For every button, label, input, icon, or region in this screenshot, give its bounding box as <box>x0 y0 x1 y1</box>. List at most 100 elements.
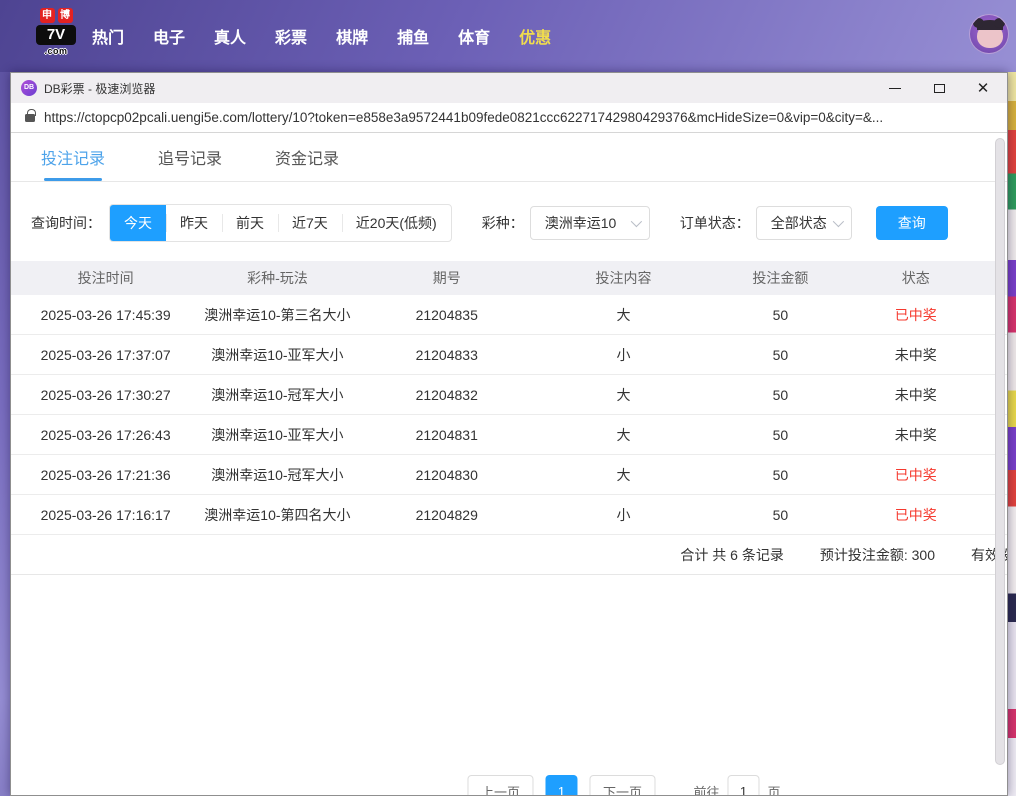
filter-bar: 查询时间： 今天 昨天 前天 近7天 近20天(低频) 彩种： 澳洲幸运10 <box>11 205 1007 241</box>
game-play-cell: 澳洲幸运10-冠军大小 <box>200 385 354 405</box>
game-play-cell: 澳洲幸运10-第四名大小 <box>200 505 354 525</box>
site-top-nav: 申 博 7V .com 热门 电子 真人 彩票 棋牌 捕鱼 体育 优惠 <box>0 0 1016 72</box>
status-cell: 未中奖 <box>853 425 1007 445</box>
https-lock-icon <box>25 114 35 122</box>
record-tab[interactable]: 资金记录 <box>275 133 339 181</box>
window-title: DB彩票 - 极速浏览器 <box>44 80 155 97</box>
record-tab[interactable]: 投注记录 <box>41 133 105 181</box>
issue-number-cell: 21204830 <box>355 467 539 483</box>
column-header: 投注金额 <box>708 268 852 288</box>
nav-menu-item[interactable]: 电子 <box>153 24 185 48</box>
bet-time-cell: 2025-03-26 17:26:43 <box>11 427 200 443</box>
issue-number-cell: 21204835 <box>355 307 539 323</box>
bet-amount-cell: 50 <box>708 427 852 443</box>
summary-row: 合计 共 6 条记录 预计投注金额: 300 有效投注金额 <box>11 535 1007 575</box>
table-body: 2025-03-26 17:45:39 澳洲幸运10-第三名大小 2120483… <box>11 295 1007 535</box>
time-filter-option[interactable]: 昨天 <box>166 205 222 241</box>
issue-number-cell: 21204833 <box>355 347 539 363</box>
bet-amount-cell: 50 <box>708 507 852 523</box>
site-logo[interactable]: 申 博 7V .com <box>36 8 76 56</box>
lottery-select[interactable]: 澳洲幸运10 <box>530 206 650 240</box>
column-header: 期号 <box>355 268 539 288</box>
bet-amount-cell: 50 <box>708 347 852 363</box>
nav-menu-item[interactable]: 真人 <box>214 24 246 48</box>
close-icon: ✕ <box>977 81 990 96</box>
summary-total: 合计 共 6 条记录 <box>680 545 783 565</box>
nav-menu-item[interactable]: 彩票 <box>275 24 307 48</box>
time-filter-label: 查询时间： <box>31 213 101 233</box>
table-header-row: 投注时间 彩种-玩法 期号 投注内容 投注金额 状态 <box>11 261 1007 295</box>
bet-time-cell: 2025-03-26 17:45:39 <box>11 307 200 323</box>
bet-content-cell: 小 <box>539 345 708 365</box>
logo-badge: 申 <box>40 8 55 23</box>
bet-content-cell: 大 <box>539 305 708 325</box>
record-tab[interactable]: 追号记录 <box>158 133 222 181</box>
window-favicon: DB <box>21 80 37 96</box>
pagination: 上一页 1 下一页 前往 页 <box>467 775 780 795</box>
bet-time-cell: 2025-03-26 17:30:27 <box>11 387 200 403</box>
issue-number-cell: 21204829 <box>355 507 539 523</box>
nav-menu-item[interactable]: 捕鱼 <box>397 24 429 48</box>
table-row: 2025-03-26 17:30:27 澳洲幸运10-冠军大小 21204832… <box>11 375 1007 415</box>
bet-content-cell: 大 <box>539 385 708 405</box>
status-cell: 已中奖 <box>853 305 1007 325</box>
page-content: 投注记录 追号记录 资金记录 查询时间： 今天 昨天 前天 <box>11 133 1007 795</box>
bet-content-cell: 大 <box>539 465 708 485</box>
status-cell: 已中奖 <box>853 465 1007 485</box>
column-header: 状态 <box>853 268 1007 288</box>
column-header: 彩种-玩法 <box>200 268 354 288</box>
table-row: 2025-03-26 17:21:36 澳洲幸运10-冠军大小 21204830… <box>11 455 1007 495</box>
next-page-button[interactable]: 下一页 <box>589 775 655 795</box>
prev-page-button[interactable]: 上一页 <box>467 775 533 795</box>
goto-page-label: 前往 <box>693 782 719 796</box>
close-button[interactable]: ✕ <box>969 77 997 99</box>
game-play-cell: 澳洲幸运10-亚军大小 <box>200 425 354 445</box>
record-tab-label: 资金记录 <box>275 145 339 169</box>
maximize-button[interactable] <box>925 77 953 99</box>
summary-expected-amount: 预计投注金额: 300 <box>820 545 935 565</box>
time-filter-option[interactable]: 前天 <box>222 205 278 241</box>
minimize-button[interactable] <box>881 77 909 99</box>
goto-page-input[interactable] <box>728 775 760 795</box>
game-play-cell: 澳洲幸运10-冠军大小 <box>200 465 354 485</box>
nav-menu-item[interactable]: 体育 <box>458 24 490 48</box>
status-select-label: 订单状态： <box>680 213 750 233</box>
maximize-icon <box>934 84 945 93</box>
time-filter-option[interactable]: 近20天(低频) <box>342 205 451 241</box>
background-page-strip <box>1008 72 1016 796</box>
bet-amount-cell: 50 <box>708 467 852 483</box>
bet-time-cell: 2025-03-26 17:21:36 <box>11 467 200 483</box>
nav-menu-item[interactable]: 棋牌 <box>336 24 368 48</box>
bet-content-cell: 大 <box>539 425 708 445</box>
status-cell: 未中奖 <box>853 385 1007 405</box>
page-unit-label: 页 <box>768 782 781 796</box>
search-button[interactable]: 查询 <box>876 206 948 240</box>
record-tab-label: 投注记录 <box>41 145 105 169</box>
nav-menu-item[interactable]: 热门 <box>92 24 124 48</box>
address-bar[interactable]: https://ctopcp02pcali.uengi5e.com/lotter… <box>11 103 1007 133</box>
chevron-down-icon <box>832 216 843 227</box>
table-row: 2025-03-26 17:16:17 澳洲幸运10-第四名大小 2120482… <box>11 495 1007 535</box>
scrollbar-thumb[interactable] <box>995 138 1005 765</box>
time-filter-option[interactable]: 近7天 <box>278 205 342 241</box>
logo-badge: 博 <box>58 8 73 23</box>
table-row: 2025-03-26 17:37:07 澳洲幸运10-亚军大小 21204833… <box>11 335 1007 375</box>
nav-menu-item[interactable]: 优惠 <box>519 24 551 48</box>
table-row: 2025-03-26 17:45:39 澳洲幸运10-第三名大小 2120483… <box>11 295 1007 335</box>
site-nav-menu: 热门 电子 真人 彩票 棋牌 捕鱼 体育 优惠 <box>92 24 551 48</box>
bet-amount-cell: 50 <box>708 387 852 403</box>
issue-number-cell: 21204831 <box>355 427 539 443</box>
logo-main-text: 7V <box>36 25 76 45</box>
window-titlebar[interactable]: DB DB彩票 - 极速浏览器 ✕ <box>11 73 1007 103</box>
current-page-button[interactable]: 1 <box>545 775 577 795</box>
order-status-select[interactable]: 全部状态 <box>756 206 852 240</box>
status-cell: 未中奖 <box>853 345 1007 365</box>
page-url: https://ctopcp02pcali.uengi5e.com/lotter… <box>44 110 883 125</box>
user-avatar[interactable] <box>969 14 1009 54</box>
window-scrollbar[interactable] <box>994 136 1006 789</box>
lottery-select-value: 澳洲幸运10 <box>545 213 617 233</box>
time-filter-option[interactable]: 今天 <box>110 205 166 241</box>
record-tab-label: 追号记录 <box>158 145 222 169</box>
bet-content-cell: 小 <box>539 505 708 525</box>
game-play-cell: 澳洲幸运10-亚军大小 <box>200 345 354 365</box>
